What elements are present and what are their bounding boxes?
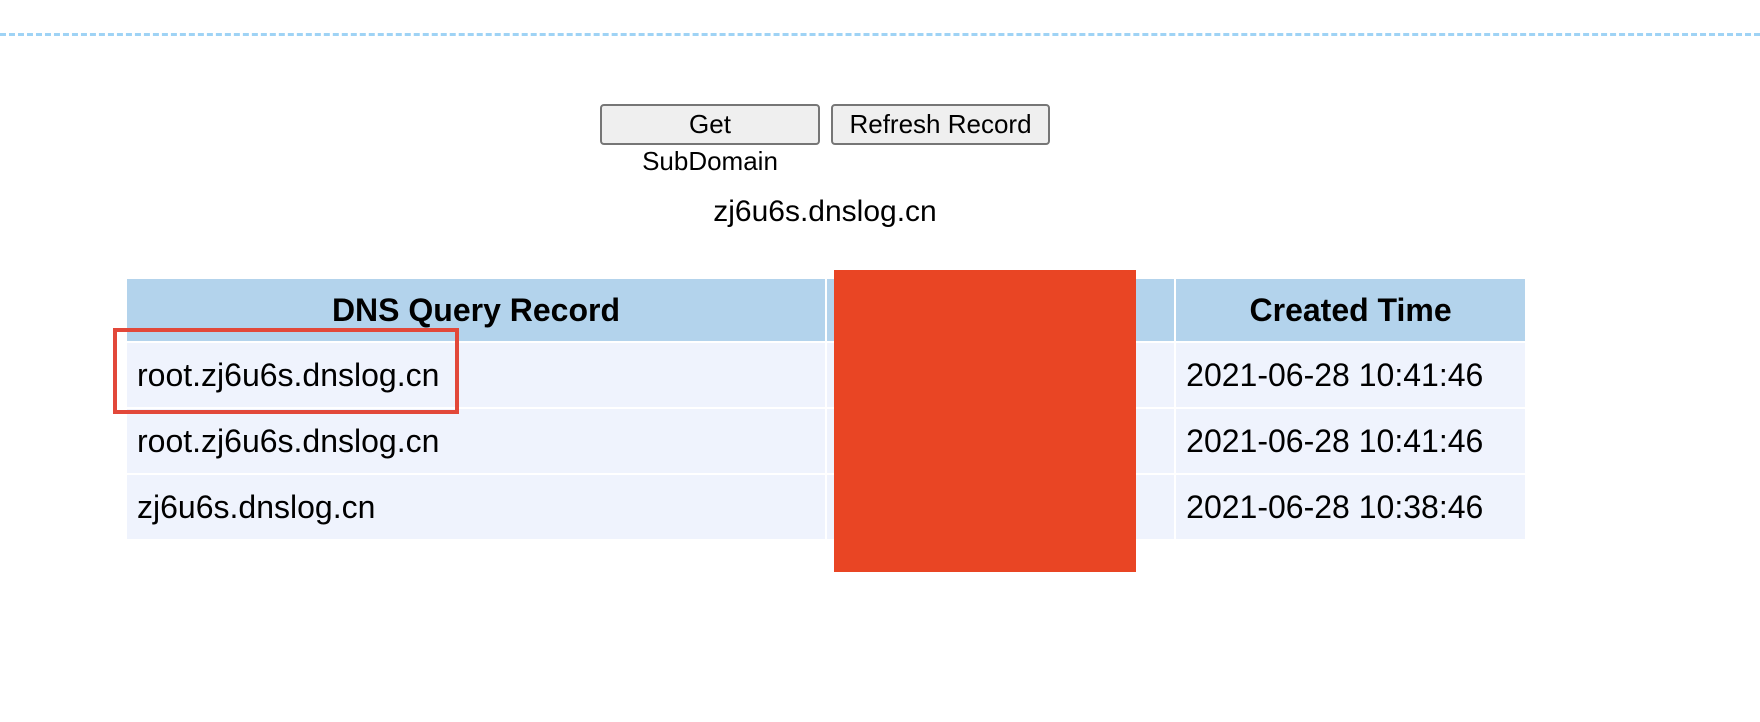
page: Get SubDomain Refresh Record zj6u6s.dnsl… xyxy=(0,0,1760,722)
time-cell: 2021-06-28 10:41:46 xyxy=(1176,343,1525,407)
subdomain-text: zj6u6s.dnslog.cn xyxy=(713,195,937,228)
time-cell: 2021-06-28 10:41:46 xyxy=(1176,409,1525,473)
record-cell: root.zj6u6s.dnslog.cn xyxy=(127,409,825,473)
column-header-created-time: Created Time xyxy=(1176,279,1525,341)
get-subdomain-button[interactable]: Get SubDomain xyxy=(600,104,820,176)
record-cell: zj6u6s.dnslog.cn xyxy=(127,475,825,539)
refresh-record-button[interactable]: Refresh Record xyxy=(831,104,1050,145)
redaction-block xyxy=(834,270,1136,572)
table-row: root.zj6u6s.dnslog.cn 2021-06-28 10:41:4… xyxy=(127,409,1525,473)
table-row: zj6u6s.dnslog.cn 2021-06-28 10:38:46 xyxy=(127,475,1525,539)
dashed-divider xyxy=(0,33,1760,36)
highlight-annotation-box xyxy=(113,328,459,414)
toolbar: Get SubDomain Refresh Record xyxy=(0,104,1650,176)
time-cell: 2021-06-28 10:38:46 xyxy=(1176,475,1525,539)
